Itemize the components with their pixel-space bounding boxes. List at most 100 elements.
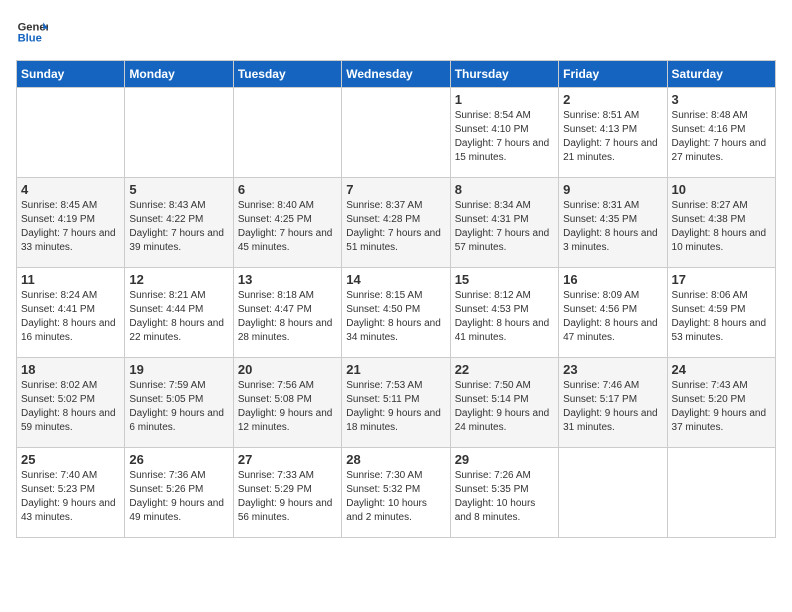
day-number: 27 [238, 452, 337, 467]
day-number: 8 [455, 182, 554, 197]
day-info: Sunrise: 7:56 AMSunset: 5:08 PMDaylight:… [238, 379, 337, 435]
day-info: Sunrise: 7:33 AMSunset: 5:29 PMDaylight:… [238, 469, 337, 525]
day-number: 4 [21, 182, 120, 197]
day-number: 26 [129, 452, 228, 467]
calendar-cell: 5 Sunrise: 8:43 AMSunset: 4:22 PMDaylight… [125, 178, 233, 268]
svg-text:Blue: Blue [18, 33, 42, 45]
calendar-week-row: 25 Sunrise: 7:40 AMSunset: 5:23 PMDayligh… [17, 448, 776, 538]
day-info: Sunrise: 8:18 AMSunset: 4:47 PMDaylight:… [238, 289, 337, 345]
weekday-header: Sunday [17, 61, 125, 88]
weekday-header: Wednesday [342, 61, 450, 88]
calendar-cell: 6 Sunrise: 8:40 AMSunset: 4:25 PMDaylight… [233, 178, 341, 268]
calendar-header-row: SundayMondayTuesdayWednesdayThursdayFrid… [17, 61, 776, 88]
weekday-header: Friday [559, 61, 667, 88]
day-number: 5 [129, 182, 228, 197]
logo-icon: General Blue [16, 16, 48, 48]
calendar-cell: 24 Sunrise: 7:43 AMSunset: 5:20 PMDayligh… [667, 358, 775, 448]
calendar-cell: 20 Sunrise: 7:56 AMSunset: 5:08 PMDayligh… [233, 358, 341, 448]
calendar-cell [342, 88, 450, 178]
day-number: 11 [21, 272, 120, 287]
day-number: 14 [346, 272, 445, 287]
day-number: 3 [672, 92, 771, 107]
day-number: 18 [21, 362, 120, 377]
calendar-cell: 12 Sunrise: 8:21 AMSunset: 4:44 PMDayligh… [125, 268, 233, 358]
calendar-cell: 14 Sunrise: 8:15 AMSunset: 4:50 PMDayligh… [342, 268, 450, 358]
day-info: Sunrise: 8:51 AMSunset: 4:13 PMDaylight:… [563, 109, 662, 165]
calendar-week-row: 1 Sunrise: 8:54 AMSunset: 4:10 PMDaylight… [17, 88, 776, 178]
day-info: Sunrise: 8:09 AMSunset: 4:56 PMDaylight:… [563, 289, 662, 345]
day-info: Sunrise: 8:31 AMSunset: 4:35 PMDaylight:… [563, 199, 662, 255]
calendar-cell: 29Sunrise: 7:26 AMSunset: 5:35 PMDayligh… [450, 448, 558, 538]
day-info: Sunrise: 7:50 AMSunset: 5:14 PMDaylight:… [455, 379, 554, 435]
day-info: Sunrise: 8:12 AMSunset: 4:53 PMDaylight:… [455, 289, 554, 345]
calendar-week-row: 11 Sunrise: 8:24 AMSunset: 4:41 PMDayligh… [17, 268, 776, 358]
calendar-cell: 8Sunrise: 8:34 AMSunset: 4:31 PMDaylight… [450, 178, 558, 268]
calendar-cell: 27 Sunrise: 7:33 AMSunset: 5:29 PMDayligh… [233, 448, 341, 538]
day-info: Sunrise: 8:27 AMSunset: 4:38 PMDaylight:… [672, 199, 771, 255]
calendar-cell: 16 Sunrise: 8:09 AMSunset: 4:56 PMDayligh… [559, 268, 667, 358]
calendar-cell: 15 Sunrise: 8:12 AMSunset: 4:53 PMDayligh… [450, 268, 558, 358]
calendar-cell: 28 Sunrise: 7:30 AMSunset: 5:32 PMDayligh… [342, 448, 450, 538]
calendar-cell: 26 Sunrise: 7:36 AMSunset: 5:26 PMDayligh… [125, 448, 233, 538]
weekday-header: Monday [125, 61, 233, 88]
calendar-table: SundayMondayTuesdayWednesdayThursdayFrid… [16, 60, 776, 538]
day-info: Sunrise: 7:59 AMSunset: 5:05 PMDaylight:… [129, 379, 228, 435]
day-number: 7 [346, 182, 445, 197]
day-number: 21 [346, 362, 445, 377]
calendar-cell [667, 448, 775, 538]
weekday-header: Thursday [450, 61, 558, 88]
calendar-cell: 19 Sunrise: 7:59 AMSunset: 5:05 PMDayligh… [125, 358, 233, 448]
calendar-cell: 1 Sunrise: 8:54 AMSunset: 4:10 PMDaylight… [450, 88, 558, 178]
calendar-cell [233, 88, 341, 178]
calendar-cell: 2 Sunrise: 8:51 AMSunset: 4:13 PMDaylight… [559, 88, 667, 178]
calendar-cell [125, 88, 233, 178]
day-info: Sunrise: 8:37 AMSunset: 4:28 PMDaylight:… [346, 199, 445, 255]
day-number: 22 [455, 362, 554, 377]
calendar-cell: 9 Sunrise: 8:31 AMSunset: 4:35 PMDaylight… [559, 178, 667, 268]
calendar-cell: 18 Sunrise: 8:02 AMSunset: 5:02 PMDayligh… [17, 358, 125, 448]
day-number: 13 [238, 272, 337, 287]
day-info: Sunrise: 7:30 AMSunset: 5:32 PMDaylight:… [346, 469, 445, 525]
calendar-cell: 3 Sunrise: 8:48 AMSunset: 4:16 PMDaylight… [667, 88, 775, 178]
calendar-cell: 17Sunrise: 8:06 AMSunset: 4:59 PMDayligh… [667, 268, 775, 358]
day-number: 10 [672, 182, 771, 197]
day-number: 16 [563, 272, 662, 287]
day-number: 2 [563, 92, 662, 107]
day-number: 28 [346, 452, 445, 467]
header: General Blue [16, 16, 776, 48]
calendar-week-row: 18 Sunrise: 8:02 AMSunset: 5:02 PMDayligh… [17, 358, 776, 448]
day-number: 15 [455, 272, 554, 287]
calendar-cell: 13 Sunrise: 8:18 AMSunset: 4:47 PMDayligh… [233, 268, 341, 358]
day-info: Sunrise: 8:48 AMSunset: 4:16 PMDaylight:… [672, 109, 771, 165]
day-info: Sunrise: 8:54 AMSunset: 4:10 PMDaylight:… [455, 109, 554, 165]
day-info: Sunrise: 7:53 AMSunset: 5:11 PMDaylight:… [346, 379, 445, 435]
day-number: 23 [563, 362, 662, 377]
day-info: Sunrise: 7:36 AMSunset: 5:26 PMDaylight:… [129, 469, 228, 525]
day-info: Sunrise: 8:43 AMSunset: 4:22 PMDaylight:… [129, 199, 228, 255]
day-info: Sunrise: 7:46 AMSunset: 5:17 PMDaylight:… [563, 379, 662, 435]
day-info: Sunrise: 7:40 AMSunset: 5:23 PMDaylight:… [21, 469, 120, 525]
weekday-header: Saturday [667, 61, 775, 88]
day-info: Sunrise: 8:24 AMSunset: 4:41 PMDaylight:… [21, 289, 120, 345]
calendar-cell: 7 Sunrise: 8:37 AMSunset: 4:28 PMDaylight… [342, 178, 450, 268]
day-number: 12 [129, 272, 228, 287]
day-number: 9 [563, 182, 662, 197]
day-number: 25 [21, 452, 120, 467]
calendar-cell [559, 448, 667, 538]
day-info: Sunrise: 8:21 AMSunset: 4:44 PMDaylight:… [129, 289, 228, 345]
day-number: 19 [129, 362, 228, 377]
day-number: 1 [455, 92, 554, 107]
day-info: Sunrise: 8:15 AMSunset: 4:50 PMDaylight:… [346, 289, 445, 345]
day-info: Sunrise: 7:26 AMSunset: 5:35 PMDaylight:… [455, 469, 554, 525]
calendar-body: 1 Sunrise: 8:54 AMSunset: 4:10 PMDaylight… [17, 88, 776, 538]
day-number: 17 [672, 272, 771, 287]
day-number: 6 [238, 182, 337, 197]
day-info: Sunrise: 8:40 AMSunset: 4:25 PMDaylight:… [238, 199, 337, 255]
calendar-cell [17, 88, 125, 178]
day-number: 20 [238, 362, 337, 377]
day-info: Sunrise: 7:43 AMSunset: 5:20 PMDaylight:… [672, 379, 771, 435]
day-number: 24 [672, 362, 771, 377]
calendar-cell: 10 Sunrise: 8:27 AMSunset: 4:38 PMDayligh… [667, 178, 775, 268]
day-info: Sunrise: 8:45 AMSunset: 4:19 PMDaylight:… [21, 199, 120, 255]
day-info: Sunrise: 8:02 AMSunset: 5:02 PMDaylight:… [21, 379, 120, 435]
